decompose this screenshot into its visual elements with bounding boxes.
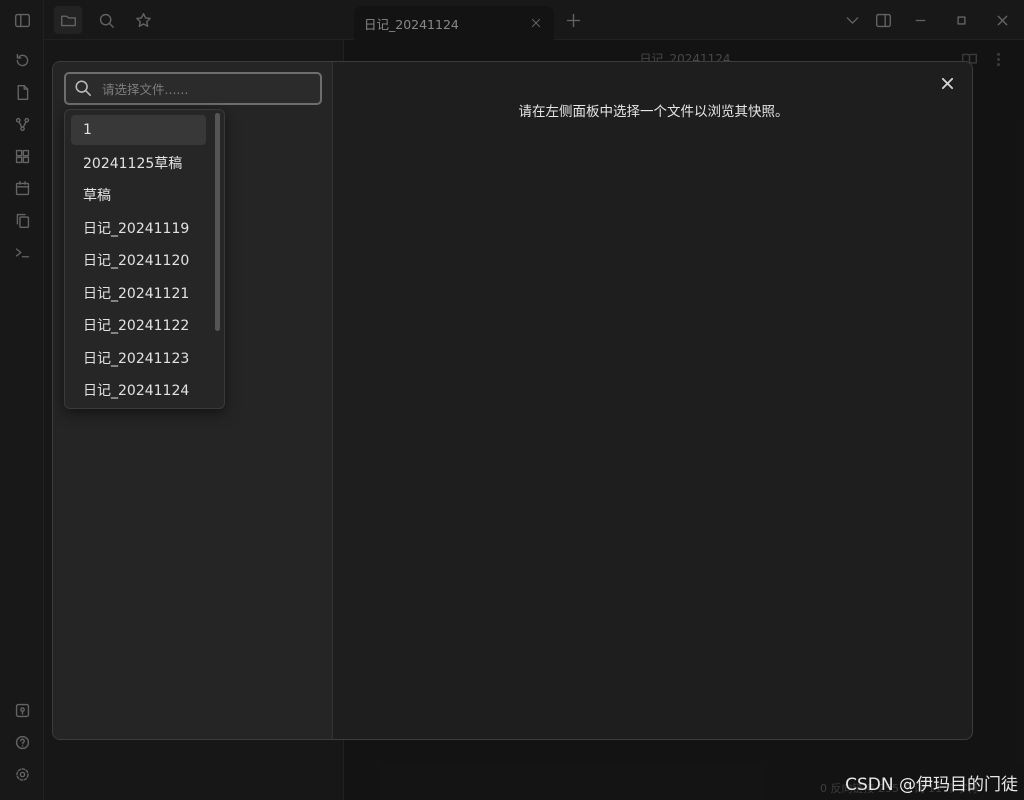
file-search-input[interactable]: [102, 78, 312, 100]
list-item[interactable]: 日记_20241119: [71, 213, 206, 243]
list-scrollbar[interactable]: [215, 113, 220, 331]
file-search-box: [64, 72, 322, 105]
modal-close-button[interactable]: [936, 72, 958, 94]
watermark: CSDN @伊玛目的门徒: [845, 775, 1018, 795]
list-item[interactable]: 草稿: [71, 180, 206, 210]
file-picker-panel: 1 20241125草稿 草稿 日记_20241119 日记_20241120 …: [53, 62, 333, 739]
search-icon: [74, 79, 94, 99]
list-item[interactable]: 日记_20241123: [71, 343, 206, 373]
file-recovery-modal: 1 20241125草稿 草稿 日记_20241119 日记_20241120 …: [52, 61, 973, 740]
file-suggestion-list: 1 20241125草稿 草稿 日记_20241119 日记_20241120 …: [64, 109, 225, 409]
close-icon: [941, 77, 953, 89]
list-item[interactable]: 日记_20241124: [71, 375, 206, 405]
list-item[interactable]: 20241125草稿: [71, 148, 206, 178]
list-item[interactable]: 日记_20241120: [71, 245, 206, 275]
preview-placeholder-message: 请在左侧面板中选择一个文件以浏览其快照。: [518, 104, 789, 120]
list-item[interactable]: 日记_20241122: [71, 310, 206, 340]
list-item[interactable]: 1: [71, 115, 206, 145]
list-item[interactable]: 日记_20241121: [71, 278, 206, 308]
